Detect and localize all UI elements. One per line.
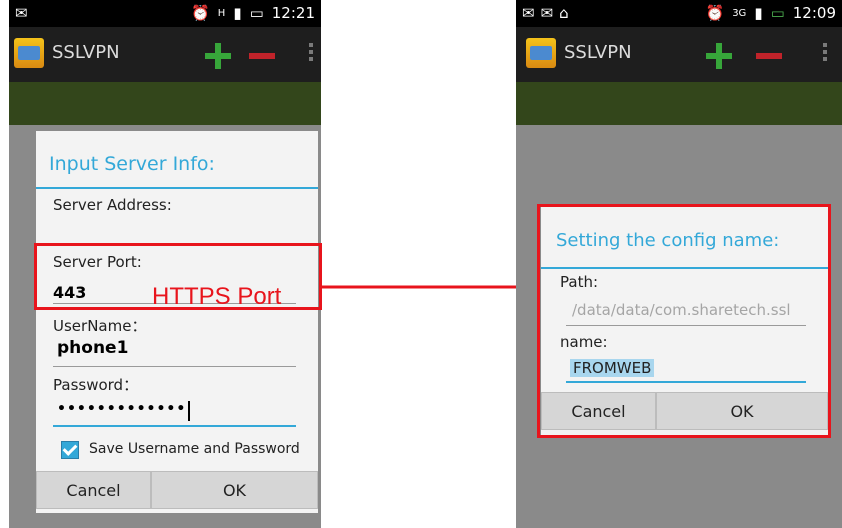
password-underline <box>53 425 296 427</box>
save-credentials-label: Save Username and Password <box>89 441 300 457</box>
remove-icon[interactable] <box>756 53 782 59</box>
password-label: Password： <box>53 376 139 394</box>
server-info-dialog: Input Server Info: Server Address: Serve… <box>36 131 318 513</box>
action-bar: SSLVPN <box>516 27 842 82</box>
status-bar: ✉ ⏰ H ▮ ▭ 12:21 <box>9 0 321 27</box>
app-logo-icon <box>14 38 44 68</box>
config-dialog-highlight <box>537 204 831 438</box>
network-type: H <box>217 7 226 19</box>
username-field[interactable]: phone1 <box>57 338 128 358</box>
status-time: 12:21 <box>271 4 315 22</box>
list-header-bar <box>9 82 321 125</box>
https-port-callout: HTTPS Port <box>152 283 282 310</box>
network-type: 3G <box>732 7 747 19</box>
alarm-icon: ⏰ <box>705 4 725 22</box>
signal-icon: ▮ <box>233 4 242 22</box>
mail-icon: ✉ <box>540 4 554 22</box>
username-label: UserName： <box>53 317 147 335</box>
app-title: SSLVPN <box>52 42 120 63</box>
cancel-button[interactable]: Cancel <box>36 471 151 509</box>
notification-icon: ✉ <box>15 4 28 22</box>
signal-icon: ▮ <box>754 4 763 22</box>
username-underline <box>53 366 296 367</box>
server-address-label: Server Address: <box>53 196 172 214</box>
app-title: SSLVPN <box>564 42 632 63</box>
password-field[interactable]: ••••••••••••• <box>57 401 186 417</box>
app-logo-icon <box>526 38 556 68</box>
battery-icon: ▭ <box>249 4 264 22</box>
dialog-buttons: Cancel OK <box>36 471 318 509</box>
action-bar: SSLVPN <box>9 27 321 82</box>
add-icon[interactable] <box>205 43 231 69</box>
home-icon: ⌂ <box>559 4 569 22</box>
alarm-icon: ⏰ <box>191 4 210 22</box>
connector-arrow <box>320 280 539 294</box>
overflow-menu-icon[interactable] <box>309 43 313 64</box>
notification-icon: ✉ <box>522 4 535 22</box>
list-header-bar <box>516 82 842 125</box>
remove-icon[interactable] <box>249 53 275 59</box>
battery-icon: ▭ <box>770 4 785 22</box>
text-cursor <box>188 401 190 421</box>
add-icon[interactable] <box>706 43 732 69</box>
dialog-divider <box>36 187 318 189</box>
status-time: 12:09 <box>792 4 836 22</box>
status-bar: ✉ ✉ ⌂ ⏰ 3G ▮ ▭ 12:09 <box>516 0 842 27</box>
dialog-title: Input Server Info: <box>49 153 215 175</box>
overflow-menu-icon[interactable] <box>823 43 827 64</box>
save-credentials-checkbox[interactable] <box>61 441 79 459</box>
ok-button[interactable]: OK <box>151 471 318 509</box>
